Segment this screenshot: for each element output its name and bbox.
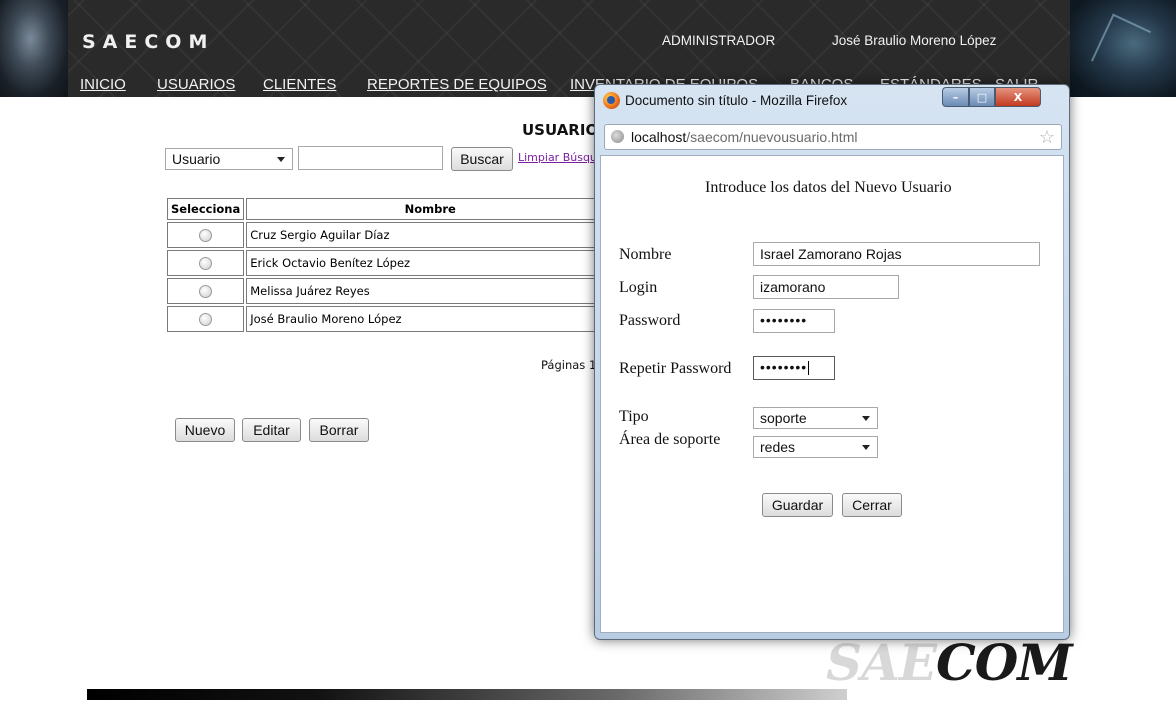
user-role: ADMINISTRADOR <box>662 33 776 48</box>
new-button[interactable]: Nuevo <box>175 418 235 442</box>
support-area-select-value: redes <box>760 439 796 455</box>
form-title: Introduce los datos del Nuevo Usuario <box>705 179 952 196</box>
row-name: Cruz Sergio Aguilar Díaz <box>246 222 615 248</box>
nav-inicio[interactable]: INICIO <box>80 76 126 93</box>
repeat-password-input[interactable]: •••••••• <box>753 356 835 380</box>
name-label: Nombre <box>619 246 672 263</box>
repeat-password-value: •••••••• <box>760 359 808 375</box>
globe-icon <box>611 130 624 143</box>
type-label: Tipo <box>619 408 649 425</box>
firefox-popup-window: Documento sin título - Mozilla Firefox –… <box>594 84 1070 640</box>
users-table: Selecciona Nombre Cruz Sergio Aguilar Dí… <box>165 196 616 334</box>
close-button[interactable]: Cerrar <box>842 493 902 517</box>
password-input[interactable]: •••••••• <box>753 309 835 333</box>
nav-reportes-equipos[interactable]: REPORTES DE EQUIPOS <box>367 76 547 93</box>
search-button[interactable]: Buscar <box>451 147 513 171</box>
delete-button[interactable]: Borrar <box>309 418 369 442</box>
type-select-value: soporte <box>760 410 807 426</box>
url-text: localhost/saecom/nuevousuario.html <box>631 129 857 145</box>
window-controls: – □ X <box>942 87 1041 107</box>
support-area-select[interactable]: redes <box>753 436 878 458</box>
footer-logo: SAECOM <box>826 633 1073 692</box>
brand-logo: SAECOM <box>82 31 215 53</box>
text-caret <box>808 361 810 376</box>
table-row: José Braulio Moreno López <box>167 306 615 332</box>
type-select[interactable]: soporte <box>753 407 878 429</box>
nav-clientes[interactable]: CLIENTES <box>263 76 336 93</box>
header-right-image <box>1070 0 1176 97</box>
row-name: José Braulio Moreno López <box>246 306 615 332</box>
bookmark-star-icon[interactable]: ☆ <box>1039 127 1055 148</box>
chevron-down-icon <box>277 157 285 162</box>
url-path: /saecom/nuevousuario.html <box>686 129 858 145</box>
save-button[interactable]: Guardar <box>762 493 833 517</box>
footer-logo-dark: COM <box>936 633 1073 692</box>
row-radio[interactable] <box>199 313 213 326</box>
maximize-button[interactable]: □ <box>969 87 995 107</box>
footer-bar <box>87 689 847 700</box>
password-label: Password <box>619 312 681 329</box>
row-name: Melissa Juárez Reyes <box>246 278 615 304</box>
row-radio[interactable] <box>199 285 213 298</box>
login-label: Login <box>619 279 658 296</box>
popup-window-title: Documento sin título - Mozilla Firefox <box>625 93 848 108</box>
name-input[interactable]: Israel Zamorano Rojas <box>753 242 1040 266</box>
url-host: localhost <box>631 129 687 145</box>
search-field-value: Usuario <box>172 151 221 167</box>
table-row: Melissa Juárez Reyes <box>167 278 615 304</box>
minimize-button[interactable]: – <box>942 87 969 107</box>
column-header-select: Selecciona <box>167 198 245 220</box>
row-name: Erick Octavio Benítez López <box>246 250 615 276</box>
chevron-down-icon <box>862 416 870 421</box>
search-field-select[interactable]: Usuario <box>165 148 293 170</box>
login-input[interactable]: izamorano <box>753 275 899 299</box>
pagination-label: Páginas 1 <box>541 358 597 372</box>
table-header-row: Selecciona Nombre <box>167 198 615 220</box>
row-radio[interactable] <box>199 229 213 242</box>
header-left-image <box>0 0 68 97</box>
chevron-down-icon <box>862 445 870 450</box>
nav-usuarios[interactable]: USUARIOS <box>157 76 235 93</box>
search-input[interactable] <box>298 146 443 170</box>
firefox-icon <box>603 92 620 109</box>
user-name: José Braulio Moreno López <box>832 33 997 48</box>
popup-content: Introduce los datos del Nuevo Usuario No… <box>600 155 1064 633</box>
close-window-button[interactable]: X <box>995 87 1041 107</box>
address-bar[interactable]: localhost/saecom/nuevousuario.html ☆ <box>604 124 1062 150</box>
column-header-name: Nombre <box>246 198 615 220</box>
table-row: Erick Octavio Benítez López <box>167 250 615 276</box>
footer-logo-light: SAE <box>826 633 937 692</box>
edit-button[interactable]: Editar <box>242 418 301 442</box>
row-radio[interactable] <box>199 257 213 270</box>
table-row: Cruz Sergio Aguilar Díaz <box>167 222 615 248</box>
repeat-password-label: Repetir Password <box>619 360 732 377</box>
support-area-label: Área de soporte <box>619 431 721 448</box>
site-header: SAECOM ADMINISTRADOR José Braulio Moreno… <box>0 0 1176 97</box>
